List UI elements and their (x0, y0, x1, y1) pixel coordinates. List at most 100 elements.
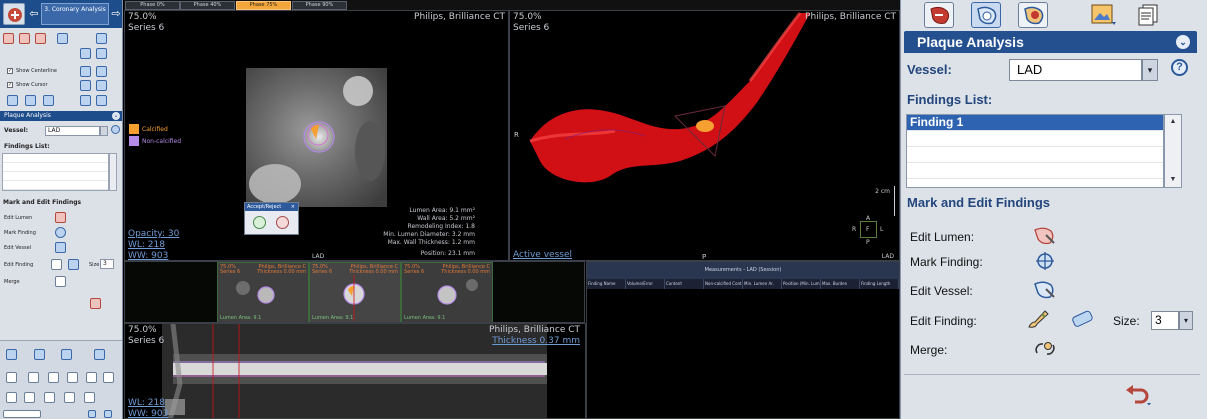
plaque-analysis-header[interactable]: Plaque Analysis ⌄ (904, 31, 1197, 53)
image-tool-icon[interactable] (80, 95, 91, 106)
copy-tool-icon[interactable] (96, 95, 107, 106)
mark-finding-crosshair-icon[interactable] (1032, 250, 1058, 272)
export-tool-icon[interactable] (96, 80, 107, 91)
merge-icon[interactable] (1032, 338, 1058, 360)
tab-phase-40[interactable]: Phase 40% (180, 1, 235, 10)
show-cursor-checkbox[interactable]: ✓ (7, 82, 13, 88)
thumbnail-1[interactable]: 75.0% Series 6 Philips, Brilliance C Thi… (217, 262, 309, 322)
accept-reject-popup[interactable]: Accept/Reject × (244, 202, 299, 235)
picture-icon[interactable] (1091, 4, 1117, 26)
tab-phase-0[interactable]: Phase 0% (125, 1, 180, 10)
size-dropdown-chevron-icon[interactable]: ▾ (1179, 311, 1193, 330)
measurement-column-header[interactable]: Max. Burden (821, 279, 860, 289)
vessel-select[interactable]: LAD (1009, 59, 1142, 81)
curved-wl-readout[interactable]: WL: 218 (128, 398, 165, 408)
undo-icon[interactable] (1123, 384, 1153, 406)
print-icon[interactable] (94, 349, 105, 360)
left-plaque-analysis-bar[interactable]: Plaque Analysis ⌄ (0, 111, 122, 121)
popup-close-icon[interactable]: × (291, 203, 295, 211)
show-centerline-checkbox[interactable]: ✓ (7, 68, 13, 74)
left-size-select[interactable]: 3 (100, 259, 114, 269)
save-icon[interactable] (6, 349, 17, 360)
grid-tool-icon[interactable] (96, 33, 107, 44)
arrow-tool-icon[interactable] (84, 392, 95, 403)
plaque-mode-icon-3[interactable] (43, 95, 54, 106)
opacity-readout[interactable]: Opacity: 30 (128, 229, 179, 239)
accept-icon[interactable] (253, 216, 266, 229)
finding-row[interactable] (907, 147, 1163, 163)
copy-icon[interactable] (61, 349, 72, 360)
workflow-step-title[interactable]: 3. Coronary Analysis (41, 3, 109, 25)
eye-icon[interactable] (103, 372, 114, 383)
left-help-icon[interactable] (111, 125, 120, 134)
vessel-mode-icon[interactable] (924, 2, 954, 28)
axial-viewport[interactable]: 75.0% Series 6 Philips, Brilliance CT Ca… (124, 10, 509, 261)
angle-tool-icon[interactable] (44, 392, 55, 403)
left-brush-icon[interactable] (51, 259, 62, 270)
size-select[interactable]: 3 (1151, 311, 1179, 330)
text-tool-icon[interactable] (64, 392, 75, 403)
edit-lumen-icon[interactable] (1032, 225, 1058, 247)
brush-icon[interactable] (1025, 308, 1051, 330)
tab-phase-75[interactable]: Phase 75% (236, 1, 291, 10)
pointer-icon[interactable] (6, 372, 17, 383)
ellipse-tool-icon[interactable] (24, 392, 35, 403)
axial-ww-readout[interactable]: WW: 903 (128, 251, 168, 260)
left-eraser-icon[interactable] (68, 259, 79, 270)
eraser-icon[interactable] (1069, 308, 1095, 330)
findings-list[interactable]: Finding 1 (906, 114, 1164, 188)
back-arrow-icon[interactable]: ⇦ (28, 6, 40, 22)
vessel-dropdown-chevron-icon[interactable]: ▾ (1142, 59, 1158, 81)
measurement-column-header[interactable]: Min. Lumen Ar. (743, 279, 782, 289)
finding-row[interactable] (907, 163, 1163, 179)
finding-row[interactable]: Finding 1 (907, 115, 1163, 131)
left-undo-icon[interactable] (90, 298, 101, 309)
film-tool-icon[interactable] (80, 80, 91, 91)
curved-mpr-viewport[interactable]: 75.0% Series 6 Philips, Brilliance CT Th… (124, 323, 586, 419)
measurement-column-header[interactable]: Non-calcified Cont. (704, 279, 743, 289)
left-edit-vessel-icon[interactable] (55, 242, 66, 253)
thumbnail-2[interactable]: 75.0% Series 6 Philips, Brilliance C Thi… (309, 262, 401, 322)
left-edit-lumen-icon[interactable] (55, 212, 66, 223)
zoom-icon[interactable] (48, 372, 59, 383)
pan-icon[interactable] (28, 372, 39, 383)
reject-icon[interactable] (276, 216, 289, 229)
measurement-column-header[interactable]: Position (Min. Lum. A. (782, 279, 821, 289)
tab-phase-90[interactable]: Phase 90% (292, 1, 347, 10)
left-collapse-icon[interactable]: ⌄ (112, 112, 120, 120)
vessel-tool-icon[interactable] (3, 33, 14, 44)
measurement-column-header[interactable]: Volume/Error (626, 279, 665, 289)
measurement-column-header[interactable]: Finding Name (587, 279, 626, 289)
left-vessel-dropdown-icon[interactable] (100, 126, 108, 136)
finding-row[interactable] (907, 131, 1163, 147)
collapse-chevron-icon[interactable]: ⌄ (1176, 35, 1190, 49)
camera-icon[interactable] (34, 349, 45, 360)
table-tool-icon[interactable] (96, 66, 107, 77)
heart-tool-icon[interactable] (19, 33, 30, 44)
scroll-up-icon[interactable]: ▲ (1167, 117, 1179, 127)
rotate-icon[interactable] (86, 372, 97, 383)
window-level-icon[interactable] (67, 372, 78, 383)
axial-wl-readout[interactable]: WL: 218 (128, 240, 165, 250)
thumbnail-3[interactable]: 75.0% Series 6 Philips, Brilliance C Thi… (401, 262, 493, 322)
plaque-mode-icon-2[interactable] (25, 95, 36, 106)
monitor-tool-icon[interactable] (80, 66, 91, 77)
pages-tool-icon[interactable] (96, 48, 107, 59)
curved-thickness-link[interactable]: Thickness 0.37 mm (492, 336, 580, 346)
left-mark-finding-icon[interactable] (55, 227, 66, 238)
active-vessel-link[interactable]: Active vessel (513, 250, 572, 260)
preset-icon-2[interactable] (104, 410, 112, 418)
forward-arrow-icon[interactable]: ⇨ (110, 6, 122, 22)
palette-tool-icon[interactable] (80, 48, 91, 59)
left-findings-list[interactable] (2, 153, 109, 191)
findings-scrollbar[interactable]: ▲ ▼ (1164, 114, 1182, 188)
preset-icon-1[interactable] (88, 410, 96, 418)
plaque-mode-icon-1[interactable] (7, 95, 18, 106)
measurement-column-header[interactable]: Content (665, 279, 704, 289)
preset-select[interactable] (3, 410, 41, 418)
lumen-mode-icon[interactable] (971, 2, 1001, 28)
left-findings-scrollbar[interactable] (109, 153, 117, 191)
layout-tool-icon[interactable] (57, 33, 68, 44)
left-vessel-select[interactable]: LAD (45, 126, 100, 136)
edit-vessel-icon[interactable] (1032, 279, 1058, 301)
